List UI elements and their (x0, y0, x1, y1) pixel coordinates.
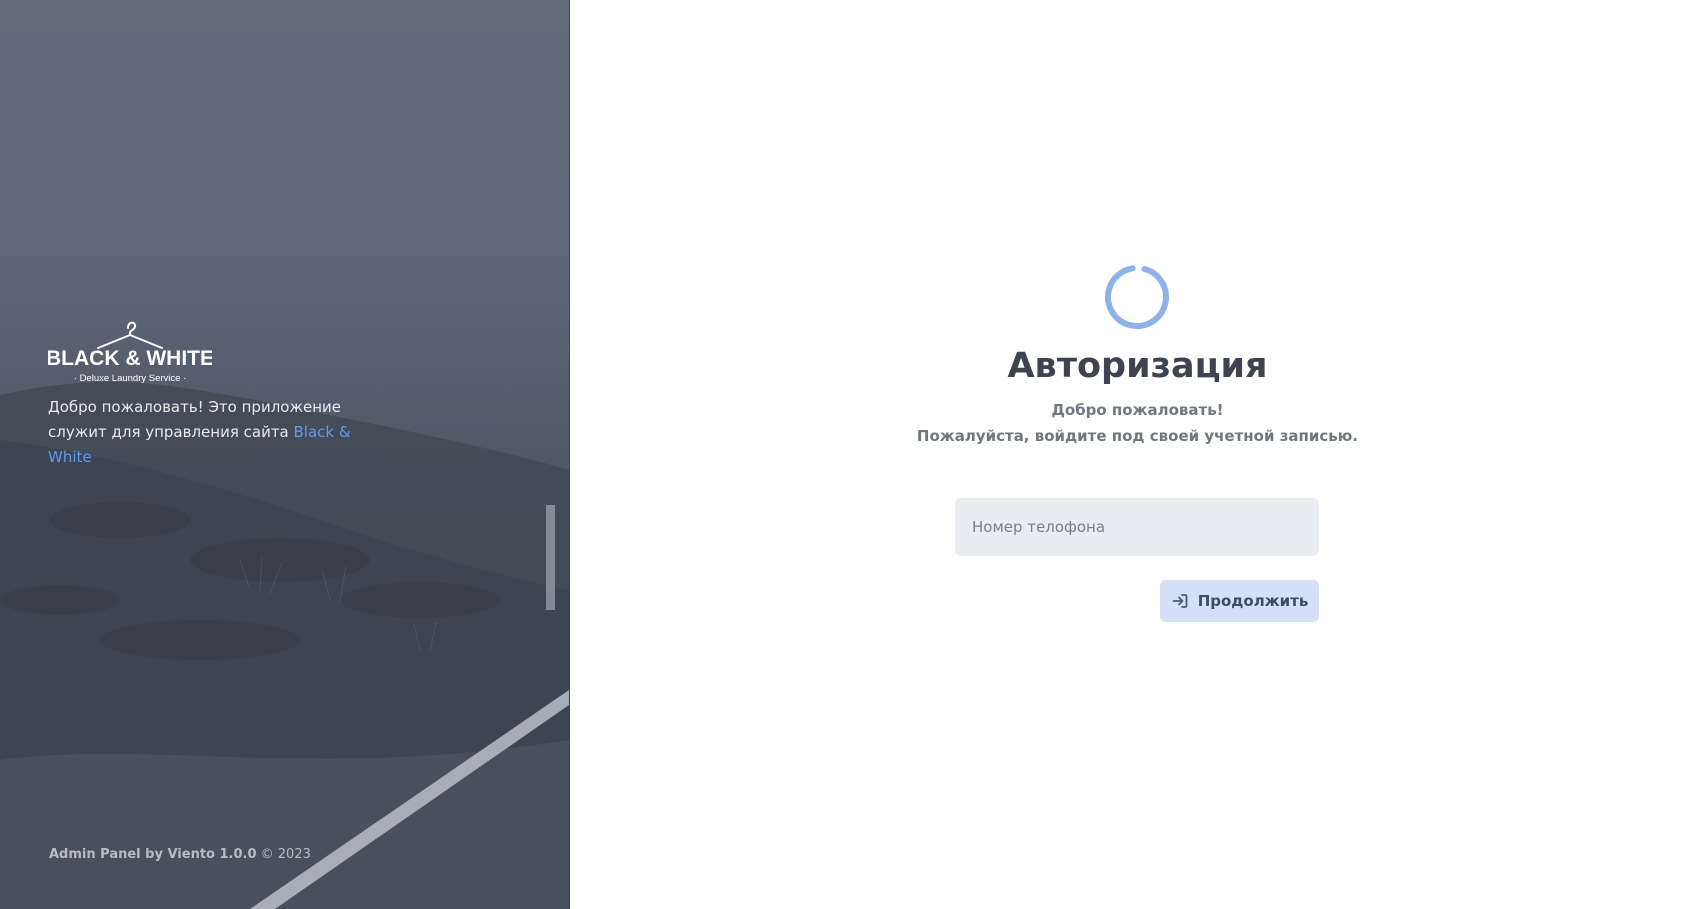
subtitle-instructions: Пожалуйста, войдите под своей учетной за… (916, 427, 1359, 445)
subtitle-welcome: Добро пожаловать! (1051, 401, 1224, 419)
phone-input[interactable] (955, 498, 1319, 556)
footer-product: Admin Panel by Viento 1.0.0 (49, 847, 257, 862)
hero-panel: BLACK & WHITE · Deluxe Laundry Service ·… (0, 0, 570, 909)
loading-spinner-icon (1105, 265, 1169, 329)
continue-button[interactable]: Продолжить (1160, 580, 1319, 622)
continue-button-label: Продолжить (1197, 592, 1309, 610)
sign-in-icon (1172, 594, 1188, 608)
logo-tagline: · Deluxe Laundry Service · (74, 373, 186, 384)
page-title: Авторизация (1007, 346, 1268, 386)
brand-logo: BLACK & WHITE · Deluxe Laundry Service · (48, 321, 212, 384)
brand-block: BLACK & WHITE · Deluxe Laundry Service ·… (48, 318, 388, 470)
welcome-text: Добро пожаловать! Это приложение служит … (48, 395, 388, 470)
logo-title: BLACK & WHITE (48, 347, 212, 370)
hanger-icon (97, 321, 163, 349)
footer: Admin Panel by Viento 1.0.0 © 2023 (49, 847, 311, 862)
footer-copyright: © 2023 (256, 847, 311, 862)
login-area (569, 0, 1697, 909)
